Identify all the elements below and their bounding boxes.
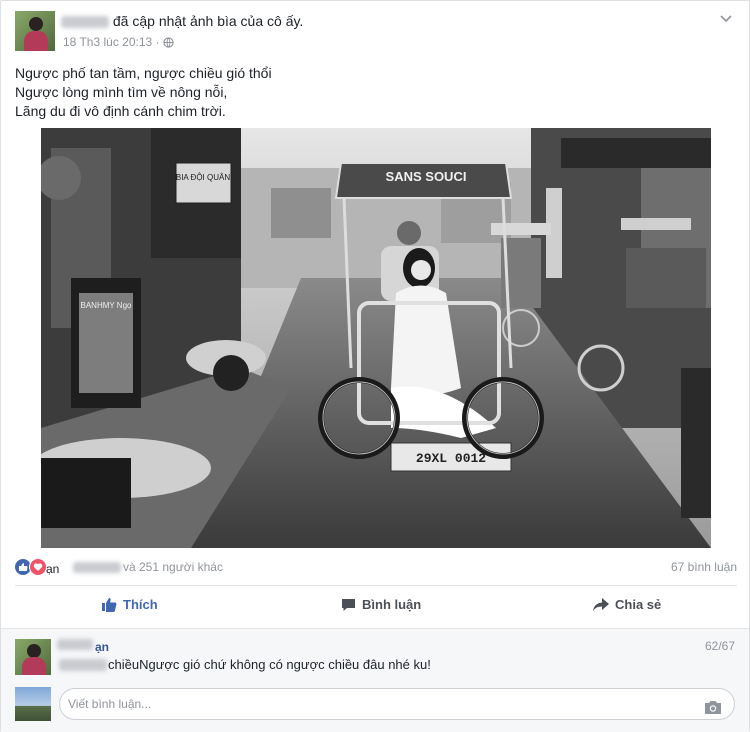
- comment-button[interactable]: Bình luận: [341, 597, 421, 612]
- author-name-redacted[interactable]: [61, 16, 109, 29]
- commenter-name-redacted[interactable]: [57, 639, 93, 650]
- post-timestamp[interactable]: 18 Th3 lúc 20:13: [63, 35, 152, 49]
- post-header: đã cập nhật ảnh bìa của cô ấy.: [61, 13, 303, 29]
- reaction-name-fragment[interactable]: ạn: [46, 562, 59, 576]
- commenter-name-fragment[interactable]: ạn: [95, 640, 109, 654]
- cover-photo[interactable]: BIA ĐỘI QUÂN BANHMY Ngọ SANS SOUCI 29XL …: [41, 128, 711, 548]
- share-arrow-icon: [593, 598, 609, 611]
- thumbs-up-icon: [102, 598, 117, 612]
- chevron-down-icon[interactable]: [717, 9, 735, 27]
- reactions-count[interactable]: và 251 người khác: [123, 560, 223, 574]
- like-button[interactable]: Thích: [101, 597, 158, 612]
- share-label: Chia sẻ: [615, 597, 662, 612]
- comment-label: Bình luận: [362, 597, 422, 612]
- post-meta: 18 Th3 lúc 20:13 ·: [63, 35, 174, 51]
- poster-text: BANHMY Ngọ: [81, 301, 133, 310]
- plate-text: 29XL 0012: [416, 451, 486, 466]
- globe-icon[interactable]: [163, 37, 174, 51]
- reactions-summary: ạn và 251 người khác 67 bình luận: [15, 558, 737, 578]
- camera-icon[interactable]: [704, 696, 722, 726]
- post-line: Ngược lòng mình tìm về nông nỗi,: [15, 84, 228, 100]
- commenter-avatar[interactable]: [15, 639, 51, 675]
- meta-separator: ·: [155, 35, 160, 49]
- post-line: Ngược phố tan tầm, ngược chiều gió thổi: [15, 65, 272, 81]
- share-button[interactable]: Chia sẻ: [593, 597, 661, 612]
- street-scene-image: BIA ĐỘI QUÂN BANHMY Ngọ SANS SOUCI 29XL …: [41, 128, 711, 548]
- comments-count[interactable]: 67 bình luận: [671, 560, 737, 574]
- post-text: Ngược phố tan tầm, ngược chiều gió thổi …: [15, 64, 272, 121]
- post-action-text: đã cập nhật ảnh bìa của cô ấy.: [112, 13, 304, 29]
- store-sign-text: BIA ĐỘI QUÂN: [176, 173, 230, 182]
- comment-icon: [342, 598, 355, 611]
- canopy-sign-text: SANS SOUCI: [386, 169, 467, 184]
- comment-mention-redacted[interactable]: [59, 659, 107, 671]
- author-avatar[interactable]: [15, 11, 55, 51]
- post-line: Lãng du đi vô định cánh chim trời.: [15, 103, 226, 119]
- divider: [15, 585, 737, 586]
- reactor-name-redacted[interactable]: [73, 562, 121, 573]
- feed-post: đã cập nhật ảnh bìa của cô ấy. 18 Th3 lú…: [0, 0, 750, 732]
- comments-section: ạn 62/67 chiềuNgược gió chứ không có ngư…: [1, 628, 749, 732]
- comments-pager: 62/67: [704, 639, 735, 653]
- comment-input[interactable]: Viết bình luận...: [59, 688, 735, 720]
- comment-input-placeholder: Viết bình luận...: [68, 697, 152, 711]
- like-label: Thích: [123, 597, 158, 612]
- love-reaction-icon[interactable]: [29, 558, 47, 576]
- current-user-avatar[interactable]: [15, 687, 51, 721]
- comment-text: chiềuNgược gió chứ không có ngược chiều …: [108, 657, 431, 672]
